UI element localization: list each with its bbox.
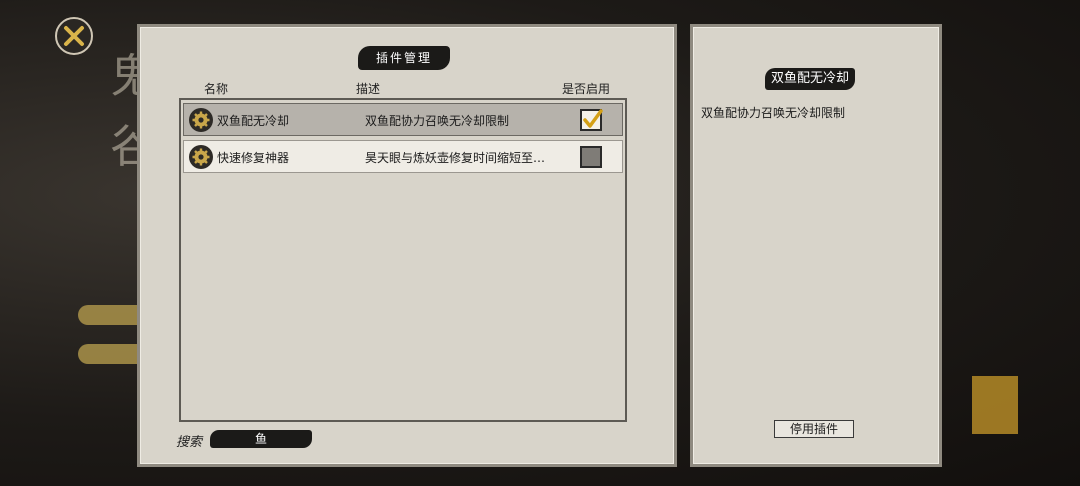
plugin-name: 快速修复神器 xyxy=(217,151,290,165)
plugin-row[interactable]: 快速修复神器 昊天眼与炼妖壶修复时间缩短至… xyxy=(183,140,623,173)
plugin-list[interactable]: 双鱼配无冷却 双鱼配协力召唤无冷却限制 快速修复神器 昊天眼与炼妖壶修复时间缩短… xyxy=(179,98,627,422)
search-label: 搜索 xyxy=(176,435,203,450)
plugin-detail-panel: 双鱼配无冷却 双鱼配协力召唤无冷却限制 停用插件 xyxy=(690,24,942,467)
age-rating-badge xyxy=(972,376,1018,434)
plugin-row[interactable]: 双鱼配无冷却 双鱼配协力召唤无冷却限制 xyxy=(183,103,623,136)
close-x-icon xyxy=(64,26,84,46)
panel-title: 插件管理 xyxy=(358,46,450,70)
enable-checkbox[interactable] xyxy=(580,109,603,131)
detail-title: 双鱼配无冷却 xyxy=(765,68,856,90)
gear-icon xyxy=(189,145,213,169)
plugin-manager-panel: 插件管理 名称 描述 是否启用 双鱼配无冷却 双鱼配协力召唤无冷却限制 快速修复… xyxy=(137,24,677,467)
checkmark-icon xyxy=(583,109,603,128)
detail-description: 双鱼配协力召唤无冷却限制 xyxy=(701,106,846,120)
plugin-description: 昊天眼与炼妖壶修复时间缩短至… xyxy=(365,151,546,165)
plugin-name: 双鱼配无冷却 xyxy=(217,114,290,128)
column-header-description: 描述 xyxy=(356,82,381,96)
plugin-description: 双鱼配协力召唤无冷却限制 xyxy=(365,114,510,128)
column-header-enabled: 是否启用 xyxy=(562,82,611,96)
close-button[interactable] xyxy=(55,17,93,55)
disable-plugin-button[interactable]: 停用插件 xyxy=(774,420,854,438)
enable-checkbox[interactable] xyxy=(580,146,602,168)
search-input[interactable] xyxy=(210,430,312,448)
column-header-name: 名称 xyxy=(204,82,229,96)
gear-icon xyxy=(189,108,213,132)
